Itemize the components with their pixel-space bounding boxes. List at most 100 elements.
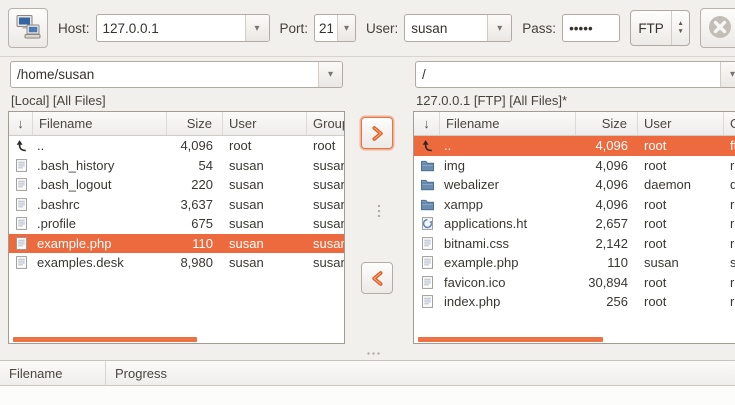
file-icon xyxy=(9,216,33,231)
file-row-index.php[interactable]: index.php256rootroot xyxy=(414,292,735,312)
file-row-example.php[interactable]: example.php110susansusan xyxy=(9,234,344,254)
cell-filename: bitnami.css xyxy=(440,236,576,251)
file-row-xampp[interactable]: xampp4,096rootroot xyxy=(414,195,735,215)
cell-size: 54 xyxy=(167,158,223,173)
size-column-header[interactable]: Size xyxy=(576,112,638,135)
cell-group: susan xyxy=(307,158,344,173)
file-row-webalizer[interactable]: webalizer4,096daemondaemon xyxy=(414,175,735,195)
remote-path-input[interactable] xyxy=(416,62,720,87)
file-row-..[interactable]: ..4,096rootftp xyxy=(414,136,735,156)
local-status-label: [Local] [All Files] xyxy=(8,91,345,111)
protocol-spinner[interactable]: FTP ▲ ▼ xyxy=(630,10,690,46)
cell-filename: webalizer xyxy=(440,177,576,192)
local-path-input[interactable] xyxy=(11,62,318,87)
cell-group: root xyxy=(724,294,735,309)
cell-size: 4,096 xyxy=(167,138,223,153)
file-row-bitnami.css[interactable]: bitnami.css2,142rootroot xyxy=(414,234,735,254)
pane-resize-handle[interactable] xyxy=(376,203,382,219)
queue-resize-handle[interactable] xyxy=(366,351,382,356)
cell-user: susan xyxy=(223,255,307,270)
transfer-controls xyxy=(345,61,413,346)
local-path-combo: ▾ xyxy=(10,61,343,88)
cell-user: susan xyxy=(223,236,307,251)
cell-group: susan xyxy=(307,177,344,192)
local-file-list-frame: ↓ Filename Size User Group ..4,096rootro… xyxy=(8,111,345,344)
scrollbar-thumb[interactable] xyxy=(13,337,197,342)
port-dropdown-button[interactable]: ▾ xyxy=(337,15,355,41)
host-input[interactable] xyxy=(97,15,245,41)
up-directory-icon xyxy=(9,138,33,153)
cell-size: 30,894 xyxy=(576,275,638,290)
file-row-.bash-logout[interactable]: .bash_logout220susansusan xyxy=(9,175,344,195)
remote-horizontal-scrollbar xyxy=(414,335,735,343)
queue-filename-column-header[interactable]: Filename xyxy=(0,361,106,385)
cell-filename: examples.desk xyxy=(33,255,167,270)
file-row-examples.desk[interactable]: examples.desk8,980susansusan xyxy=(9,253,344,273)
disconnect-button[interactable] xyxy=(700,8,735,48)
port-input[interactable] xyxy=(315,15,337,41)
cell-user: root xyxy=(638,138,724,153)
cell-filename: index.php xyxy=(440,294,576,309)
cell-group: root xyxy=(307,138,344,153)
cell-filename: img xyxy=(440,158,576,173)
file-row-.profile[interactable]: .profile675susansusan xyxy=(9,214,344,234)
file-row-favicon.ico[interactable]: favicon.ico30,894rootroot xyxy=(414,273,735,293)
file-row-example.php[interactable]: example.php110susansusan xyxy=(414,253,735,273)
pass-input[interactable] xyxy=(563,15,619,41)
group-column-header[interactable]: Group xyxy=(307,112,344,135)
cell-user: root xyxy=(638,275,724,290)
cell-group: susan xyxy=(307,236,344,251)
file-icon xyxy=(414,275,440,290)
user-dropdown-button[interactable]: ▾ xyxy=(487,15,511,41)
dual-computers-icon xyxy=(14,13,42,44)
cell-group: root xyxy=(724,236,735,251)
cell-size: 2,657 xyxy=(576,216,638,231)
host-combo: ▾ xyxy=(96,14,270,42)
file-row-.bash-history[interactable]: .bash_history54susansusan xyxy=(9,156,344,176)
remote-path-dropdown-button[interactable]: ▾ xyxy=(720,62,735,87)
group-column-header[interactable]: Group xyxy=(724,112,735,135)
port-label: Port: xyxy=(280,21,309,36)
size-column-header[interactable]: Size xyxy=(167,112,223,135)
connect-button[interactable] xyxy=(8,8,48,48)
cell-filename: example.php xyxy=(440,255,576,270)
local-path-dropdown-button[interactable]: ▾ xyxy=(318,62,342,87)
filename-column-header[interactable]: Filename xyxy=(440,112,576,135)
filename-column-header[interactable]: Filename xyxy=(33,112,167,135)
cell-group: susan xyxy=(724,255,735,270)
chevron-down-icon: ▾ xyxy=(255,23,260,34)
user-column-header[interactable]: User xyxy=(638,112,724,135)
transfer-right-button[interactable] xyxy=(361,117,393,149)
circle-x-icon xyxy=(707,14,733,43)
cell-user: daemon xyxy=(638,177,724,192)
file-row-.bashrc[interactable]: .bashrc3,637susansusan xyxy=(9,195,344,215)
cell-group: daemon xyxy=(724,177,735,192)
file-row-..[interactable]: ..4,096rootroot xyxy=(9,136,344,156)
cell-size: 2,142 xyxy=(576,236,638,251)
cell-user: root xyxy=(638,197,724,212)
cell-size: 110 xyxy=(576,255,638,270)
file-icon xyxy=(414,255,440,270)
scrollbar-thumb[interactable] xyxy=(418,337,603,342)
cell-user: root xyxy=(638,294,724,309)
cell-size: 4,096 xyxy=(576,158,638,173)
cell-filename: xampp xyxy=(440,197,576,212)
sort-column-header[interactable]: ↓ xyxy=(414,112,440,135)
remote-panel: ▾ 127.0.0.1 [FTP] [All Files]* ↓ Filenam… xyxy=(413,61,735,346)
remote-path-combo: ▾ xyxy=(415,61,735,88)
file-row-img[interactable]: img4,096rootroot xyxy=(414,156,735,176)
host-dropdown-button[interactable]: ▾ xyxy=(245,15,269,41)
queue-progress-column-header[interactable]: Progress xyxy=(106,361,735,385)
file-icon xyxy=(9,177,33,192)
cell-user: susan xyxy=(223,177,307,192)
cell-user: susan xyxy=(223,197,307,212)
cell-size: 675 xyxy=(167,216,223,231)
transfer-queue-list[interactable] xyxy=(0,386,735,405)
file-row-applications.ht[interactable]: applications.ht2,657rootroot xyxy=(414,214,735,234)
spinner-arrows[interactable]: ▲ ▼ xyxy=(671,11,689,45)
user-input[interactable] xyxy=(405,15,487,41)
user-column-header[interactable]: User xyxy=(223,112,307,135)
sort-column-header[interactable]: ↓ xyxy=(9,112,33,135)
transfer-left-button[interactable] xyxy=(361,262,393,294)
cell-user: root xyxy=(223,138,307,153)
